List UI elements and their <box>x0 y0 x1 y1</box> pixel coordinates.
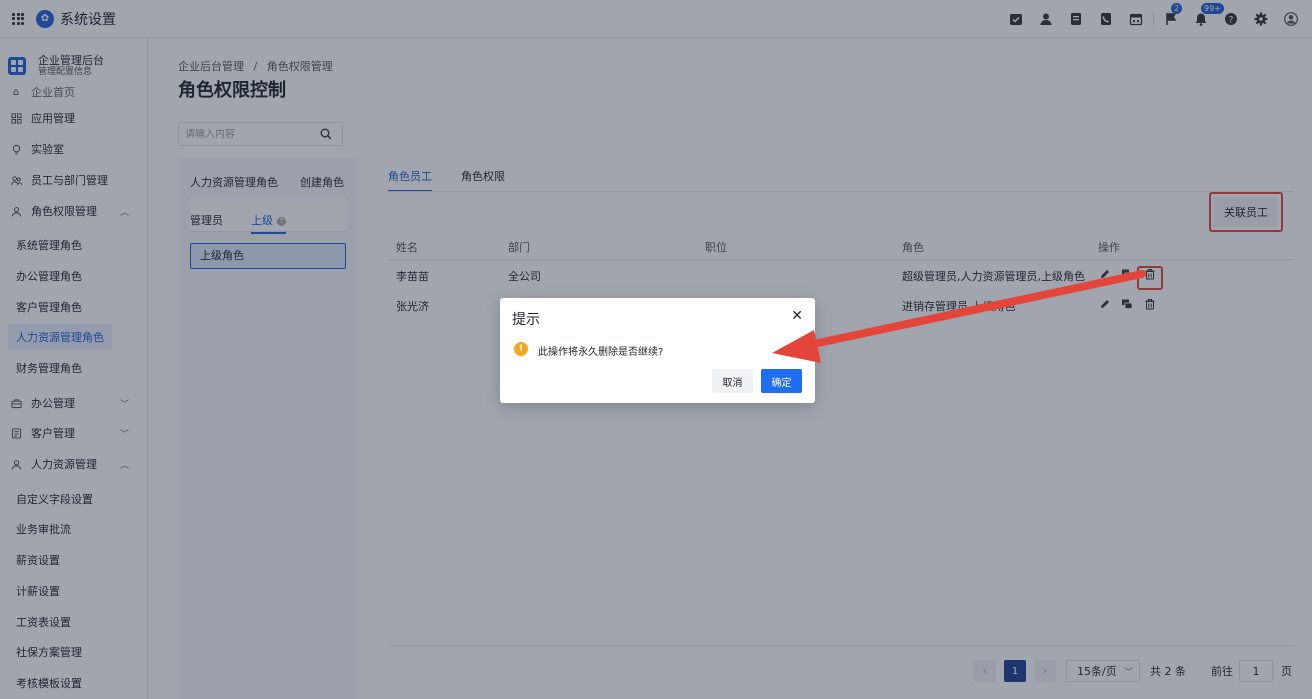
dialog-message: 此操作将永久删除是否继续? <box>538 347 664 358</box>
warning-icon: ! <box>514 342 528 356</box>
confirm-button[interactable]: 确定 <box>761 369 802 393</box>
close-icon[interactable]: ✕ <box>791 308 803 324</box>
confirm-dialog: 提示 ✕ ! 此操作将永久删除是否继续? 取消 确定 <box>500 298 815 403</box>
dialog-title: 提示 <box>512 312 540 328</box>
cancel-button[interactable]: 取消 <box>712 369 753 393</box>
